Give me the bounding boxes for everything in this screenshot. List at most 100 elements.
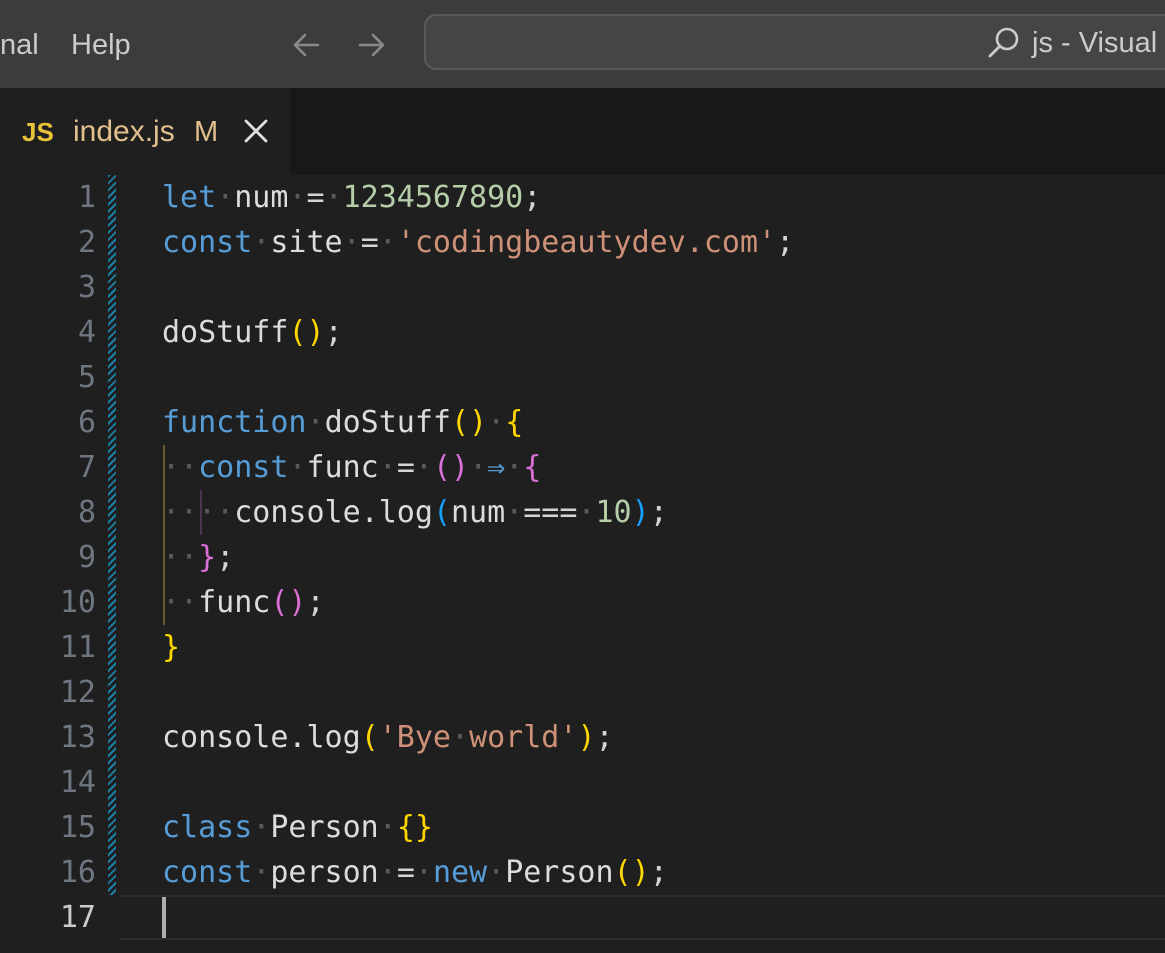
code-token: ; xyxy=(649,855,668,890)
code-token: } xyxy=(162,630,181,665)
arrow-left-icon[interactable] xyxy=(288,26,326,64)
code-token: · xyxy=(252,810,271,845)
code-token: · xyxy=(505,450,524,485)
line-number: 7 xyxy=(77,450,96,485)
tab-modified-badge: M xyxy=(194,116,219,148)
code-token: ( xyxy=(432,495,451,530)
code-line[interactable]: } xyxy=(162,625,180,670)
code-token: · xyxy=(378,810,397,845)
code-token: · xyxy=(577,495,596,530)
line-number: 16 xyxy=(59,855,96,890)
code-token: const xyxy=(162,225,253,260)
current-line-highlight xyxy=(120,895,1165,940)
code-token: · xyxy=(306,405,325,440)
code-token: 'Bye xyxy=(378,720,451,755)
code-token: 'codingbeautydev.com' xyxy=(396,225,777,260)
code-line[interactable]: function·doStuff()·{ xyxy=(162,400,523,445)
code-token: ; xyxy=(649,495,668,530)
code-token: ; xyxy=(595,720,614,755)
line-number: 15 xyxy=(59,810,96,845)
title-bar: nal Help js - Visual xyxy=(0,0,1165,88)
code-token: class xyxy=(162,810,253,845)
tab-filename: index.js xyxy=(73,115,175,148)
code-token: = xyxy=(396,855,415,890)
line-number: 8 xyxy=(77,495,96,530)
code-token: · xyxy=(469,450,488,485)
code-token: new xyxy=(432,855,488,890)
js-file-icon: JS xyxy=(22,117,54,147)
code-token: person xyxy=(270,855,379,890)
code-token: ⇒ xyxy=(487,450,506,485)
line-number: 11 xyxy=(59,630,96,665)
code-line[interactable]: console.log('Bye·world'); xyxy=(162,715,614,760)
code-token: ·· xyxy=(162,585,199,620)
code-token: ·· xyxy=(162,450,199,485)
code-token: () xyxy=(288,315,325,350)
code-line[interactable]: class·Person·{} xyxy=(162,805,433,850)
line-number: 1 xyxy=(77,180,96,215)
code-token: 1234567890 xyxy=(342,180,524,215)
command-center-text: js - Visual xyxy=(1032,27,1158,59)
code-token: console.log xyxy=(162,720,361,755)
code-line[interactable]: ····console.log(num·===·10); xyxy=(162,490,668,535)
line-number: 17 xyxy=(59,900,96,935)
code-token: = xyxy=(360,225,379,260)
code-token: func xyxy=(306,450,379,485)
code-editor[interactable]: 1 2 3 4 5 6 7 8 9 10 11 12 13 14 15 16 17 let·num·=·1234… xyxy=(0,175,1165,953)
code-token: () xyxy=(270,585,307,620)
code-token: func xyxy=(198,585,271,620)
tab-bar: JS index.js M xyxy=(0,88,1165,175)
line-number: 12 xyxy=(59,675,96,710)
code-token: · xyxy=(252,855,271,890)
code-token: ; xyxy=(776,225,795,260)
line-number: 6 xyxy=(77,405,96,440)
code-token: num xyxy=(234,180,289,215)
code-token: site xyxy=(270,225,343,260)
code-line[interactable]: let·num·=·1234567890; xyxy=(162,175,541,220)
code-token: () xyxy=(451,405,488,440)
code-token: { xyxy=(523,450,542,485)
search-icon xyxy=(988,27,1019,58)
code-token: · xyxy=(414,450,433,485)
code-line[interactable]: ··}; xyxy=(162,535,234,580)
code-token: · xyxy=(342,225,361,260)
code-line[interactable]: const·site·=·'codingbeautydev.com'; xyxy=(162,220,794,265)
code-line[interactable]: ··const·func·=·()·⇒·{ xyxy=(162,445,541,490)
command-center[interactable]: js - Visual xyxy=(424,14,1165,70)
code-line[interactable]: const·person·=·new·Person(); xyxy=(162,850,668,895)
code-token: · xyxy=(378,225,397,260)
code-token: · xyxy=(451,720,470,755)
code-token: 10 xyxy=(595,495,632,530)
code-token: · xyxy=(252,225,271,260)
code-token: num xyxy=(451,495,506,530)
line-number: 9 xyxy=(77,540,96,575)
close-icon[interactable] xyxy=(240,115,272,147)
menu-item-help[interactable]: Help xyxy=(71,26,131,64)
code-token: ; xyxy=(324,315,343,350)
line-number: 14 xyxy=(59,765,96,800)
arrow-right-icon[interactable] xyxy=(352,26,390,64)
code-line[interactable]: ··func(); xyxy=(162,580,325,625)
code-token: · xyxy=(378,855,397,890)
code-token: () xyxy=(432,450,470,485)
code-token: · xyxy=(414,855,433,890)
code-token: doStuff xyxy=(324,405,451,440)
text-cursor xyxy=(162,897,166,938)
code-token: ; xyxy=(523,180,542,215)
line-number: 3 xyxy=(77,270,96,305)
menu-item-terminal[interactable]: nal xyxy=(0,26,39,64)
code-token: console.log xyxy=(234,495,433,530)
code-token: ( xyxy=(360,720,379,755)
git-modified-indicator xyxy=(108,175,116,895)
code-token: ·· xyxy=(162,540,199,575)
tab-index-js[interactable]: JS index.js M xyxy=(0,88,290,175)
line-number: 10 xyxy=(59,585,96,620)
code-token: } xyxy=(198,540,217,575)
code-token: · xyxy=(487,405,506,440)
line-number: 4 xyxy=(77,315,96,350)
code-token: · xyxy=(288,180,307,215)
code-token: Person xyxy=(505,855,614,890)
code-token: = xyxy=(306,180,325,215)
code-token: ; xyxy=(306,585,325,620)
code-line[interactable]: doStuff(); xyxy=(162,310,343,355)
